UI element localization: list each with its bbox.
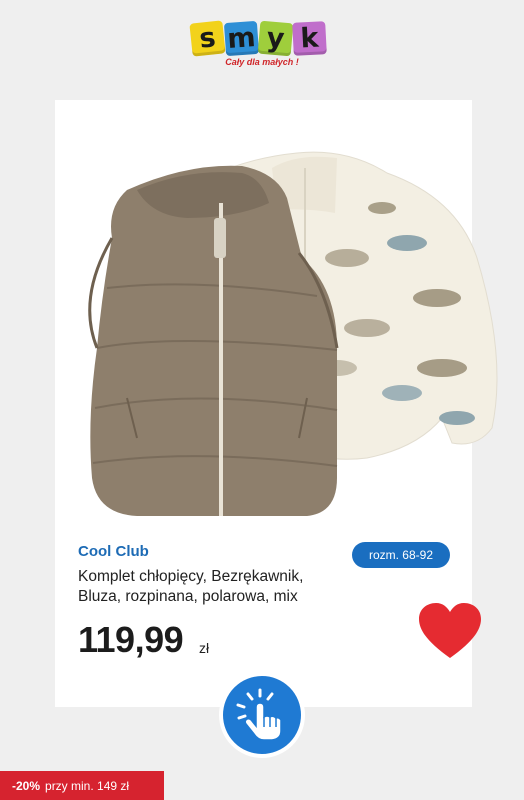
logo-tagline: Cały dla małych !	[225, 57, 299, 67]
logo-tile-s: s	[189, 20, 226, 57]
heart-icon[interactable]	[419, 603, 481, 659]
logo-tiles: s m y k	[189, 20, 333, 57]
logo-tile-y: y	[257, 20, 294, 57]
logo-tile-k: k	[292, 21, 327, 56]
product-title[interactable]: Komplet chłopięcy, Bezrękawnik, Bluza, r…	[78, 567, 338, 607]
price-currency: zł	[199, 640, 210, 656]
promo-banner: -20% przy min. 149 zł	[0, 771, 164, 800]
size-badge: rozm. 68-92	[351, 542, 450, 568]
product-image[interactable]	[37, 118, 507, 518]
tap-hand-icon	[236, 688, 282, 741]
product-card[interactable]: Cool Club rozm. 68-92 Komplet chłopięcy,…	[55, 100, 498, 707]
promo-discount: -20%	[12, 778, 41, 793]
product-price: 119,99	[78, 619, 184, 660]
brand-name[interactable]: Cool Club	[78, 543, 149, 560]
logo-tile-m: m	[223, 20, 260, 57]
smyk-logo: s m y k Cały dla małych !	[189, 20, 333, 74]
tap-button[interactable]	[219, 672, 305, 758]
promo-text: przy min. 149 zł	[45, 778, 130, 793]
